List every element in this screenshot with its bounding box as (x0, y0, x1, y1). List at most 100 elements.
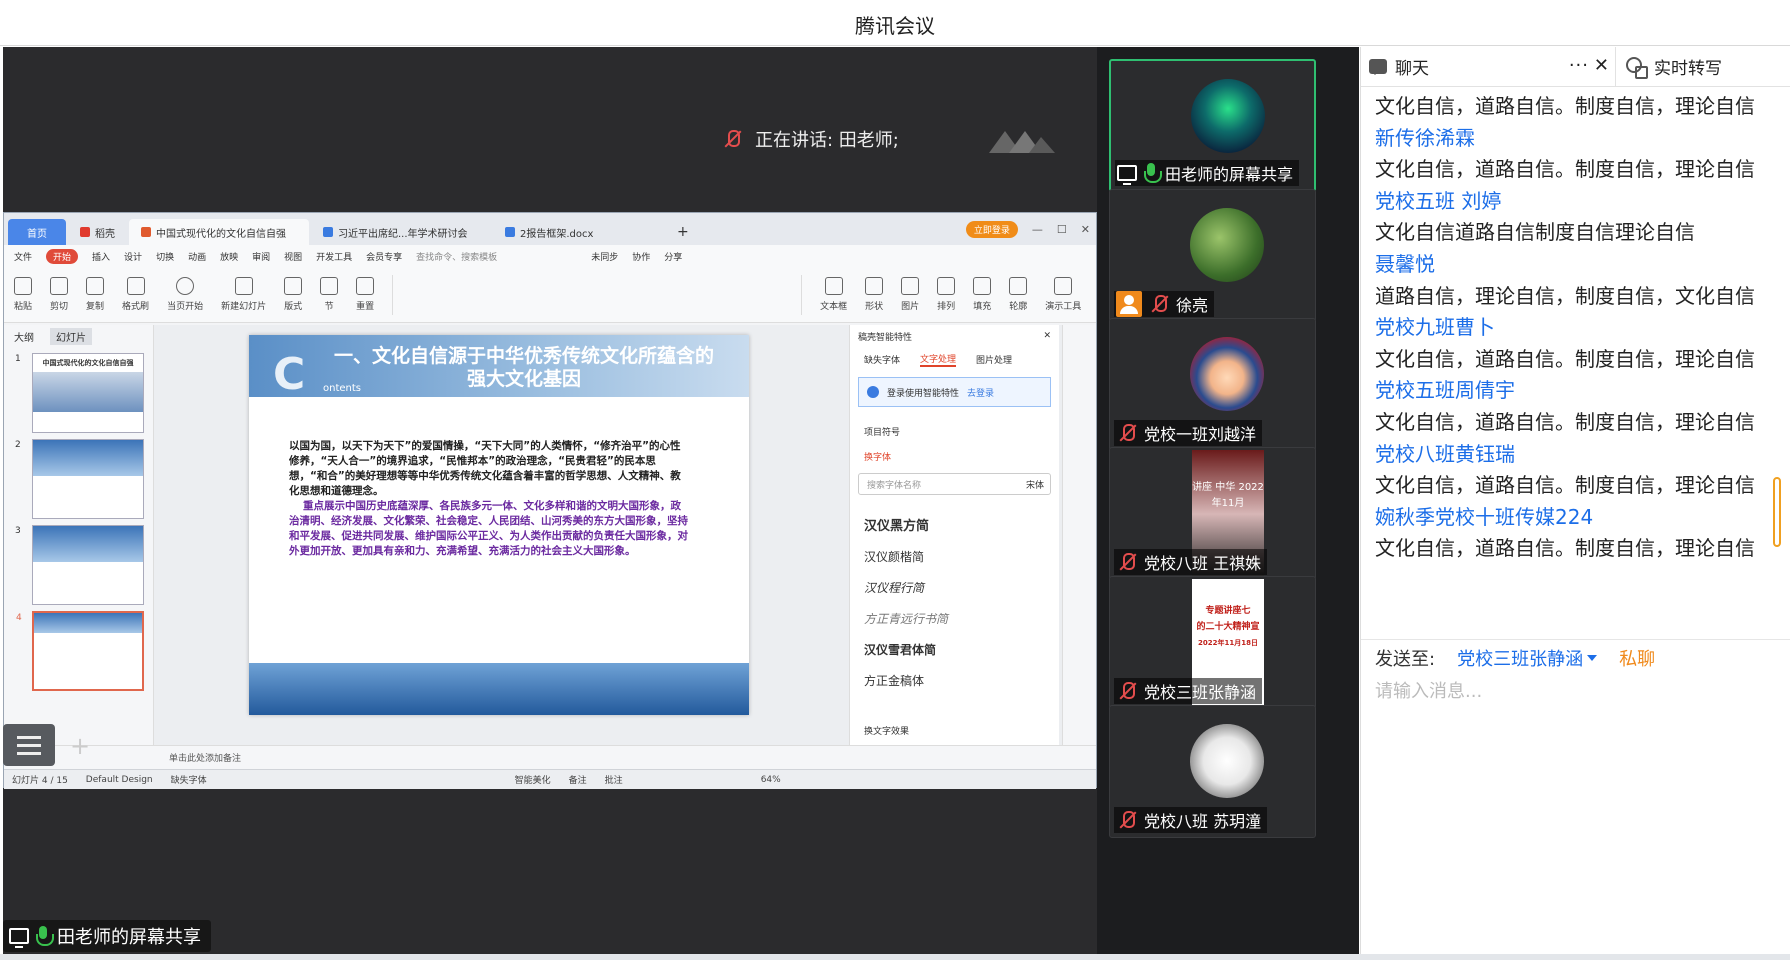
font-option[interactable]: 汉仪颜楷简 (850, 538, 1059, 569)
more-icon[interactable]: ··· (1569, 55, 1589, 76)
paste-button[interactable]: 粘贴 (14, 277, 32, 312)
menu-animation[interactable]: 动画 (188, 250, 206, 263)
presentation-tools-button[interactable]: 演示工具 (1045, 277, 1081, 312)
new-slide-button[interactable]: 新建幻灯片 (221, 277, 266, 312)
participant-tile[interactable]: 田老师的屏幕共享 (1109, 59, 1316, 192)
font-option[interactable]: 汉仪雪君体简 (850, 631, 1059, 662)
share-button[interactable]: 分享 (664, 250, 682, 263)
format-painter-button[interactable]: 格式刷 (122, 277, 149, 312)
outline-button[interactable]: 轮廓 (1009, 277, 1027, 312)
maximize-icon[interactable]: ☐ (1057, 223, 1067, 236)
chat-sender[interactable]: 党校五班周倩宇 (1375, 375, 1790, 407)
tab-label: 习近平出席纪...年学术研讨会 (338, 228, 468, 240)
comment-button[interactable]: 批注 (605, 773, 623, 786)
participant-tile[interactable]: 党校一班刘越洋 (1109, 318, 1316, 451)
participant-tile[interactable]: 徐亮 (1109, 189, 1316, 322)
textbox-button[interactable]: 文本框 (820, 277, 847, 312)
menu-slideshow[interactable]: 放映 (220, 250, 238, 263)
sync-status[interactable]: 未同步 (591, 250, 618, 263)
chat-sender[interactable]: 新传徐浠霖 (1375, 123, 1790, 155)
right-tool-strip[interactable] (1062, 325, 1096, 745)
participant-tile[interactable]: 讲座 中华 2022年11月 党校八班 王祺姝 (1109, 447, 1316, 580)
close-icon[interactable]: ✕ (1081, 223, 1090, 236)
font-option[interactable]: 方正金稿体 (850, 662, 1059, 693)
menu-file[interactable]: 文件 (14, 250, 32, 263)
slide-thumb-3[interactable]: 3 (15, 525, 144, 605)
zoom-level[interactable]: 64% (761, 775, 781, 785)
shape-button[interactable]: 形状 (865, 277, 883, 312)
minimize-icon[interactable]: — (1032, 223, 1043, 236)
menu-member[interactable]: 会员专享 (366, 250, 402, 263)
collaborate-button[interactable]: 协作 (632, 250, 650, 263)
picture-button[interactable]: 图片 (901, 277, 919, 312)
bullet-section[interactable]: 项目符号 (850, 413, 1059, 438)
section-button[interactable]: 节 (320, 277, 339, 312)
menu-view[interactable]: 视图 (284, 250, 302, 263)
change-font-section[interactable]: 换字体 (850, 438, 1059, 463)
arrange-button[interactable]: 排列 (937, 277, 955, 312)
layout-button[interactable]: 版式 (284, 277, 302, 312)
panel-close-icon[interactable]: ✕ (1043, 331, 1051, 341)
tab-missing-font[interactable]: 缺失字体 (864, 353, 900, 366)
name-text: 党校三班张静涵 (1144, 683, 1257, 702)
chat-scrollbar[interactable] (1773, 477, 1781, 547)
current-slide[interactable]: 一、文化自信源于中华优秀传统文化所蕴含的强大文化基因 C ontents 以国为… (249, 335, 749, 715)
remark-button[interactable]: 备注 (569, 773, 587, 786)
menu-start[interactable]: 开始 (46, 248, 79, 264)
participant-tile[interactable]: 专题讲座七 的二十大精神宣 2022年11月18日 党校三班张静涵 (1109, 576, 1316, 709)
add-button[interactable]: + (70, 732, 90, 760)
tab-ppt[interactable]: 中国式现代化的文化自信自强 (129, 219, 309, 245)
reset-button[interactable]: 重置 (356, 277, 374, 312)
menu-devtools[interactable]: 开发工具 (316, 250, 352, 263)
close-icon[interactable]: ✕ (1594, 55, 1609, 76)
participant-name: 徐亮 (1114, 291, 1215, 317)
tab-text-processing[interactable]: 文字处理 (920, 352, 957, 367)
message-input[interactable]: 请输入消息... (1375, 677, 1482, 703)
tab-chat[interactable]: 聊天 ··· ✕ (1361, 46, 1616, 87)
tab-outline[interactable]: 大纲 (14, 329, 34, 344)
text-effect-section[interactable]: 换文字效果 (850, 712, 909, 737)
font-option[interactable]: 汉仪黑方简 (850, 505, 1059, 538)
menu-transition[interactable]: 切换 (156, 250, 174, 263)
tab-transcribe[interactable]: 实时转写 (1616, 54, 1722, 79)
chat-sender[interactable]: 党校八班黄钰瑞 (1375, 439, 1790, 471)
new-tab-button[interactable]: + (665, 219, 701, 245)
search-command[interactable]: 查找命令、搜索模板 (416, 250, 497, 263)
tab-slides[interactable]: 幻灯片 (50, 327, 92, 345)
chat-sender[interactable]: 党校五班 刘婷 (1375, 186, 1790, 218)
menu-design[interactable]: 设计 (124, 250, 142, 263)
font-search-input[interactable]: 搜索字体名称 宋体 (858, 473, 1051, 495)
list-menu-button[interactable] (3, 724, 55, 766)
slide-thumb-1[interactable]: 1 中国式现代化的文化自信自强 (15, 353, 144, 433)
copy-button[interactable]: 复制 (86, 277, 104, 312)
tab-doc1[interactable]: 习近平出席纪...年学术研讨会 (311, 219, 491, 245)
notes-bar[interactable]: 单击此处添加备注 (4, 745, 1096, 769)
tab-daoke[interactable]: 稻壳 (68, 219, 127, 245)
missing-font-button[interactable]: 缺失字体 (171, 773, 207, 786)
wps-presentation-window[interactable]: 首页 稻壳 中国式现代化的文化自信自强 习近平出席纪...年学术研讨会 2报告框… (3, 212, 1097, 789)
menu-insert[interactable]: 插入 (92, 250, 110, 263)
font-format-group[interactable] (392, 274, 803, 315)
slide-thumb-4[interactable]: 4 (16, 611, 144, 691)
slide-thumb-2[interactable]: 2 (15, 439, 144, 519)
font-option[interactable]: 汉仪程行简 (850, 569, 1059, 600)
play-from-current-button[interactable]: 当页开始 (167, 277, 203, 312)
fill-button[interactable]: 填充 (973, 277, 991, 312)
cut-button[interactable]: 剪切 (50, 277, 68, 312)
tab-doc2[interactable]: 2报告框架.docx (493, 219, 663, 245)
send-to-select[interactable]: 党校三班张静涵 (1457, 645, 1598, 671)
tab-home[interactable]: 首页 (8, 219, 66, 245)
beautify-button[interactable]: 智能美化 (515, 773, 551, 786)
login-button[interactable]: 立即登录 (965, 221, 1018, 238)
chat-message: 文化自信，道路自信。制度自信，理论自信 (1375, 473, 1755, 498)
private-chat-button[interactable]: 私聊 (1619, 645, 1655, 671)
chat-sender[interactable]: 婉秋季党校十班传媒224 (1375, 502, 1790, 534)
menu-review[interactable]: 审阅 (252, 250, 270, 263)
participant-tile[interactable]: 党校八班 苏玥潼 (1109, 705, 1316, 838)
chat-message: 文化自信，道路自信。制度自信，理论自信 (1375, 346, 1755, 371)
chat-sender[interactable]: 党校九班曹卜 (1375, 312, 1790, 344)
info-login-link[interactable]: 去登录 (967, 386, 994, 399)
tab-image-processing[interactable]: 图片处理 (976, 353, 1012, 366)
font-option[interactable]: 方正青远行书简 (850, 600, 1059, 631)
chat-sender[interactable]: 聂馨悦 (1375, 249, 1790, 281)
